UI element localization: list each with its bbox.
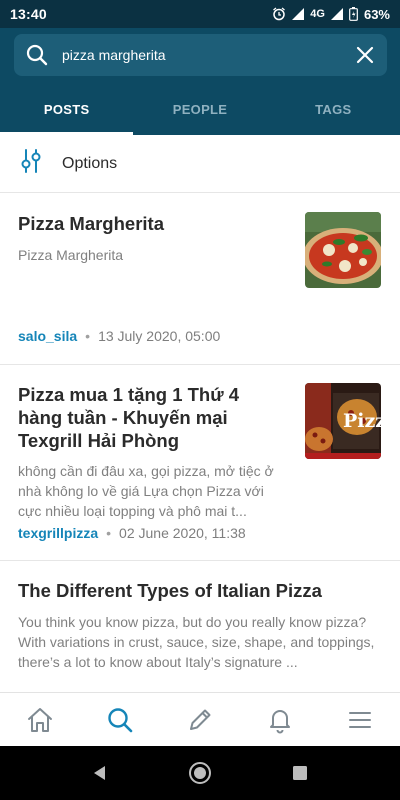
recents-icon[interactable] [250,746,350,800]
post-thumbnail[interactable] [305,212,381,288]
options-label: Options [62,154,118,172]
alarm-icon [273,7,286,21]
bottom-nav [0,692,400,746]
post-meta: salo_sila • 13 July 2020, 05:00 [18,326,220,346]
search-input[interactable]: pizza margherita [62,47,353,63]
network-type: 4G [310,8,325,20]
tab-people[interactable]: PEOPLE [133,84,266,135]
post-title[interactable]: Pizza mua 1 tặng 1 Thứ 4 hàng tuần - Khu… [18,383,288,452]
signal-icon [292,8,305,20]
status-icons: 4G 63% [272,7,390,22]
signal-icon [330,8,343,20]
thumb-text: Pizza [343,410,381,432]
post-author[interactable]: salo_sila [18,326,77,346]
status-bar: 13:40 4G 63% [0,0,400,28]
menu-icon[interactable] [340,700,380,740]
search-icon[interactable] [100,700,140,740]
post-date: 13 July 2020, 05:00 [98,328,221,344]
close-icon[interactable] [353,43,377,67]
app-header: pizza margherita POSTS PEOPLE TAGS [0,28,400,135]
sliders-icon [20,149,42,178]
post-list: Pizza Margherita Pizza Margherita salo_s… [0,194,400,691]
home-icon[interactable] [20,700,60,740]
bell-icon[interactable] [260,700,300,740]
separator-dot: • [85,328,91,344]
edit-icon[interactable] [180,700,220,740]
tab-bar: POSTS PEOPLE TAGS [0,84,400,135]
search-bar[interactable]: pizza margherita [14,34,387,76]
list-item[interactable]: Pizza mua 1 tặng 1 Thứ 4 hàng tuần - Khu… [0,365,400,561]
list-item[interactable]: Pizza Margherita Pizza Margherita salo_s… [0,194,400,365]
system-nav-bar [0,746,400,800]
post-title[interactable]: The Different Types of Italian Pizza [18,579,382,602]
tab-posts[interactable]: POSTS [0,84,134,135]
post-date: 02 June 2020, 11:38 [119,525,246,541]
post-meta: texgrillpizza • 02 June 2020, 11:38 [18,523,246,543]
home-button-icon[interactable] [150,746,250,800]
tab-tags[interactable]: TAGS [267,84,400,135]
search-icon [26,44,48,66]
post-excerpt: You think you know pizza, but do you rea… [18,614,375,670]
battery-icon [349,7,358,21]
list-item[interactable]: The Different Types of Italian Pizza You… [0,561,400,691]
post-excerpt: không cần đi đâu xa, gọi pizza, mở tiệc … [18,463,274,519]
battery-percent: 63% [363,6,390,22]
post-author[interactable]: texgrillpizza [18,523,98,543]
separator-dot: • [106,525,112,541]
post-thumbnail[interactable]: Pizza [305,383,381,459]
options-row[interactable]: Options [0,135,400,193]
back-icon[interactable] [50,746,150,800]
status-time: 13:40 [10,6,47,22]
